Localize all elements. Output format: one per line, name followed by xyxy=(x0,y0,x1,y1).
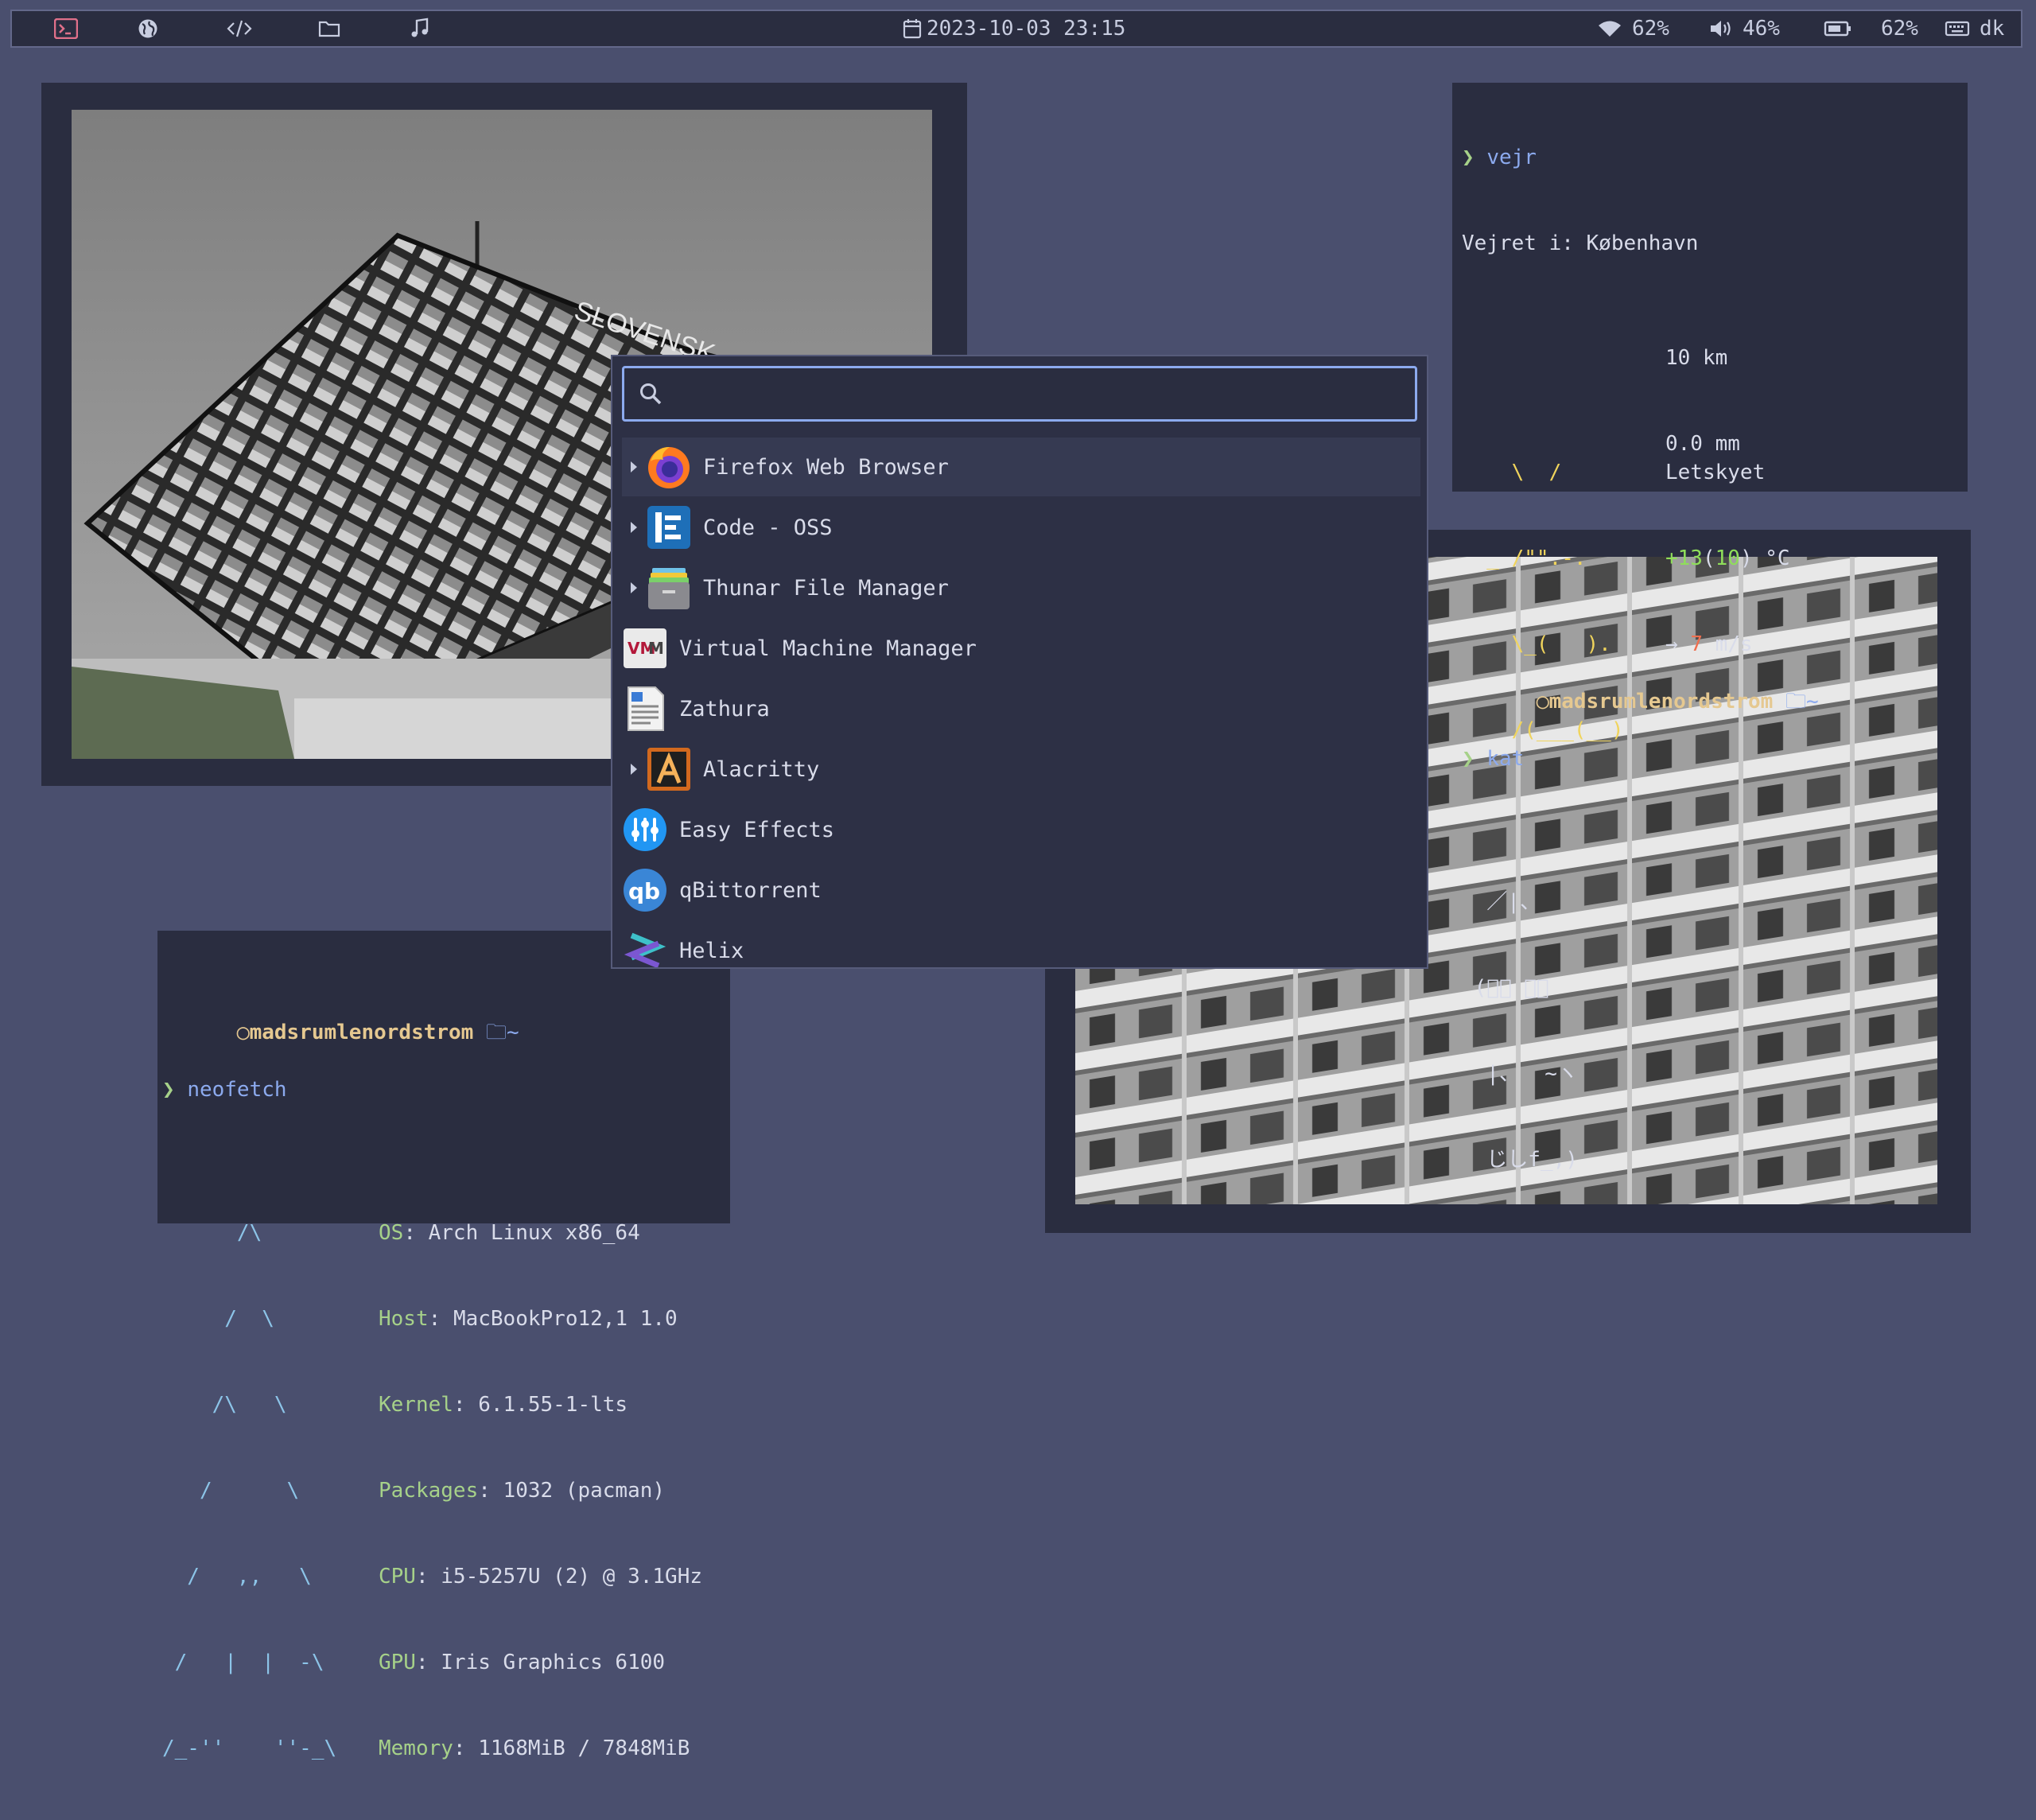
app-item-helix[interactable]: Helix xyxy=(622,921,1420,967)
system-info: OS: Arch Linux x86_64 Host: MacBookPro12… xyxy=(379,1161,702,1820)
terminal-window-weather[interactable]: ❯ vejr Vejret i: København \ / _ /"".-. … xyxy=(1452,83,1968,1172)
terminal-window-neofetch[interactable]: ◯madsrumlenordstrom 🗀~ ❯ neofetch /\ / \… xyxy=(157,931,730,1760)
app-label: Thunar File Manager xyxy=(703,575,949,601)
current-dir: ~ xyxy=(507,1021,519,1044)
app-item-easy-effects[interactable]: Easy Effects xyxy=(622,800,1420,859)
folder-icon: 🗀 xyxy=(486,1021,507,1044)
battery-icon xyxy=(1824,21,1851,37)
info-row: OS: Arch Linux x86_64 xyxy=(379,1221,640,1245)
workspace-terminal-icon[interactable] xyxy=(49,11,84,46)
info-row: CPU: i5-5257U (2) @ 3.1GHz xyxy=(379,1565,703,1589)
current-dir: ~ xyxy=(1806,690,1819,714)
info-row: Host: MacBookPro12,1 1.0 xyxy=(379,1307,678,1331)
battery-status[interactable]: 62% xyxy=(1824,11,1918,46)
clock-text: 2023-10-03 23:15 xyxy=(927,17,1126,41)
app-label: Firefox Web Browser xyxy=(703,454,949,480)
launcher-search-box[interactable] xyxy=(622,366,1417,422)
virt-manager-icon: VM M xyxy=(622,625,668,671)
wifi-strength: 62% xyxy=(1632,17,1669,41)
app-label: Code - OSS xyxy=(703,515,833,540)
battery-level: 62% xyxy=(1881,17,1918,41)
info-row: Memory: 1168MiB / 7848MiB xyxy=(379,1736,690,1760)
app-item-alacritty[interactable]: Alacritty xyxy=(622,740,1420,799)
volume-icon xyxy=(1711,21,1731,37)
firefox-icon xyxy=(646,444,692,490)
app-label: Helix xyxy=(679,938,744,963)
search-icon xyxy=(640,383,662,405)
weather-ascii-art: \ / _ /"".-. \_( ). /(___(__) xyxy=(1462,461,1624,742)
weather-heading: Vejret i: København xyxy=(1462,231,1699,255)
keyboard-icon xyxy=(1945,21,1970,37)
helix-icon xyxy=(622,928,668,967)
user-icon: ◯ xyxy=(236,1021,250,1044)
workspace-code-icon[interactable] xyxy=(222,11,257,46)
app-launcher[interactable]: Firefox Web Browser Code - OSS Thunar Fi… xyxy=(611,355,1428,969)
precipitation: 0.0 mm xyxy=(1665,432,1740,456)
info-row: Kernel: 6.1.55-1-lts xyxy=(379,1393,628,1417)
expand-arrow-icon[interactable] xyxy=(622,763,646,776)
cat-ascii-art: ／|、 (ﾟ､ ｡７ |、 ~ヽ じしf_,) xyxy=(1462,890,1578,1172)
top-bar: 2023-10-03 23:15 62% 46% 62% dk xyxy=(10,10,2022,48)
app-item-thunar[interactable]: Thunar File Manager xyxy=(622,558,1420,617)
expand-arrow-icon[interactable] xyxy=(622,581,646,594)
feels-like: 10 xyxy=(1715,546,1740,570)
arch-logo-ascii: /\ / \ /\ \ / \ / ,, \ / | | -\ /_-'' ''… xyxy=(162,1221,337,1760)
svg-text:qb: qb xyxy=(628,878,660,904)
app-item-zathura[interactable]: Zathura xyxy=(622,679,1420,738)
command-text: vejr xyxy=(1486,146,1537,169)
launcher-search-input[interactable] xyxy=(672,380,1388,407)
prompt-symbol: ❯ xyxy=(1462,146,1475,169)
workspace-music-note-icon[interactable] xyxy=(402,11,437,46)
zathura-icon xyxy=(622,686,668,732)
username: madsrumlenordstrom xyxy=(249,1021,474,1044)
app-item-virt-manager[interactable]: VM M Virtual Machine Manager xyxy=(622,619,1420,678)
keyboard-layout-status[interactable]: dk xyxy=(1945,11,2004,46)
command-text: neofetch xyxy=(187,1078,287,1102)
info-row: Packages: 1032 (pacman) xyxy=(379,1479,666,1503)
app-label: Easy Effects xyxy=(679,817,835,842)
volume-level: 46% xyxy=(1743,17,1780,41)
qbittorrent-icon: qb xyxy=(622,867,668,913)
svg-text:M: M xyxy=(648,639,664,658)
visibility: 10 km xyxy=(1665,346,1728,370)
calendar-icon xyxy=(903,19,922,39)
expand-arrow-icon[interactable] xyxy=(622,521,646,534)
app-label: Virtual Machine Manager xyxy=(679,636,977,661)
expand-arrow-icon[interactable] xyxy=(622,461,646,473)
app-label: qBittorrent xyxy=(679,877,822,903)
app-label: Zathura xyxy=(679,696,770,721)
app-item-firefox[interactable]: Firefox Web Browser xyxy=(622,438,1420,496)
keyboard-layout: dk xyxy=(1980,17,2005,41)
wifi-status[interactable]: 62% xyxy=(1597,11,1669,46)
wind-unit: m/s xyxy=(1715,632,1753,656)
info-row: GPU: Iris Graphics 6100 xyxy=(379,1651,666,1674)
app-item-code-oss[interactable]: Code - OSS xyxy=(622,498,1420,557)
code-oss-icon xyxy=(646,504,692,550)
workspace-globe-icon[interactable] xyxy=(130,11,165,46)
volume-status[interactable]: 46% xyxy=(1709,11,1780,46)
wifi-icon xyxy=(1599,21,1621,37)
temperature-unit: ) °C xyxy=(1739,546,1790,570)
easy-effects-icon xyxy=(622,807,668,853)
app-label: Alacritty xyxy=(703,756,820,782)
prompt-symbol: ❯ xyxy=(162,1078,175,1102)
wind-direction-icon: → xyxy=(1665,632,1678,656)
workspace-folder-icon[interactable] xyxy=(312,11,347,46)
wind-speed: 7 xyxy=(1690,632,1703,656)
thunar-icon xyxy=(646,565,692,611)
app-item-qbittorrent[interactable]: qb qBittorrent xyxy=(622,861,1420,920)
alacritty-icon xyxy=(646,746,692,792)
clock[interactable]: 2023-10-03 23:15 xyxy=(903,11,1125,46)
temperature: +13 xyxy=(1665,546,1703,570)
